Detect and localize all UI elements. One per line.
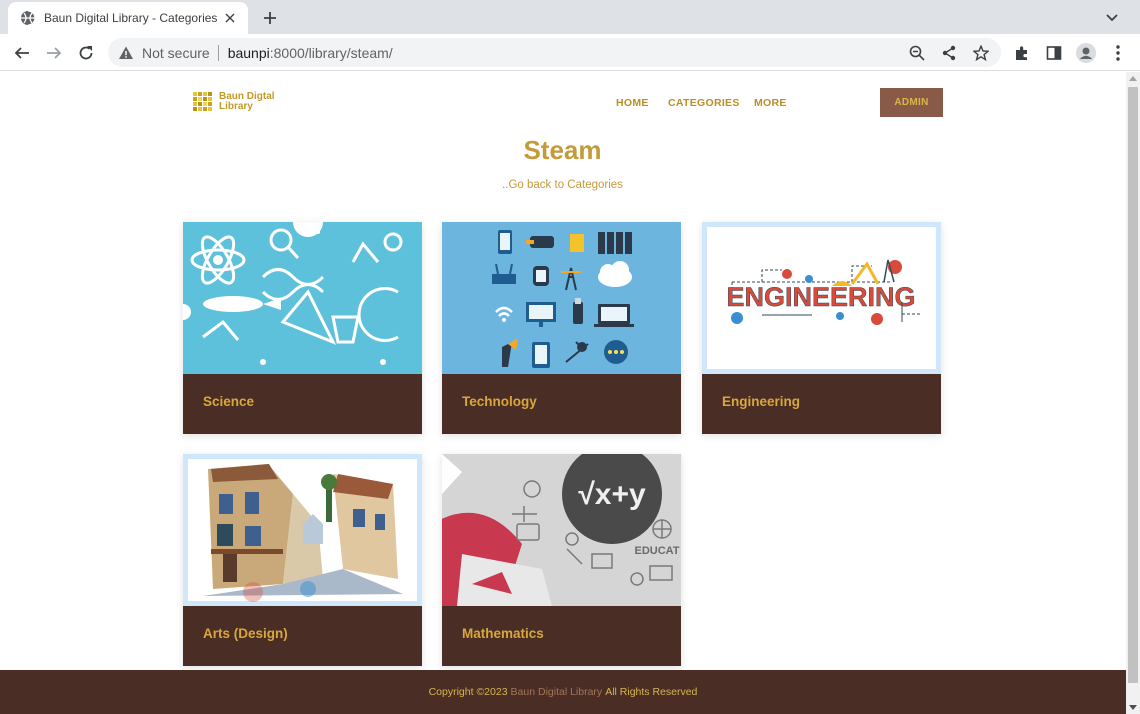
site-footer: Copyright ©2023 Baun Digital Library All… [0,670,1126,714]
logo-text: Baun Digtal Library [219,92,275,112]
url-host: baunpi [227,44,270,61]
browser-tabstrip: Baun Digital Library - Categories [0,0,1140,34]
technology-image [442,222,681,374]
tab-title: Baun Digital Library - Categories [44,11,218,25]
profile-avatar-icon[interactable] [1074,41,1098,65]
category-label: Science [203,394,255,409]
page-viewport: Baun Digtal Library HOME CATEGORIES MORE… [0,72,1126,714]
url-text[interactable]: baunpi:8000/library/steam/ [228,45,393,61]
globe-icon [20,10,36,26]
category-label: Mathematics [462,626,544,641]
engineering-image: ENGINEERING [702,222,941,374]
close-icon[interactable] [222,10,238,26]
browser-toolbar: Not secure baunpi:8000/library/steam/ [0,34,1140,71]
more-menu-icon[interactable] [1106,41,1130,65]
new-tab-icon[interactable] [259,7,281,29]
footer-rights: All Rights Reserved [605,686,698,698]
arts-design-image [183,454,422,606]
chevron-down-icon[interactable] [1102,8,1122,28]
category-label: Arts (Design) [203,626,288,641]
scrollbar-thumb[interactable] [1128,87,1138,683]
reload-icon[interactable] [74,41,98,65]
engineering-image-text: ENGINEERING [726,282,915,312]
footer-brand-link[interactable]: Baun Digital Library [511,686,603,698]
vertical-scrollbar[interactable] [1126,72,1140,714]
nav-home[interactable]: HOME [616,97,649,109]
security-label[interactable]: Not secure [142,45,210,61]
browser-tab[interactable]: Baun Digital Library - Categories [8,2,248,34]
url-path: :8000/library/steam/ [269,44,393,61]
page-title: Steam [523,135,602,165]
scroll-down-arrow-icon[interactable] [1129,705,1137,710]
category-card-science[interactable]: Science [183,222,422,434]
footer-copyright: Copyright ©2023 [428,686,508,698]
science-image [183,222,422,374]
share-icon[interactable] [940,44,958,62]
warning-icon[interactable] [118,45,134,61]
category-card-technology[interactable]: Technology [442,222,681,434]
category-card-arts-design[interactable]: Arts (Design) [183,454,422,666]
extensions-icon[interactable] [1010,41,1034,65]
nav-more[interactable]: MORE [754,97,787,109]
zoom-out-icon[interactable] [908,44,926,62]
logo-mark [193,92,213,112]
category-card-mathematics[interactable]: √x+y EDUCAT Mathematics [442,454,681,666]
site-logo[interactable]: Baun Digtal Library [193,92,275,112]
back-to-categories-link[interactable]: ..Go back to Categories [183,179,942,191]
scroll-up-arrow-icon[interactable] [1129,76,1137,81]
logo-line-2: Library [219,101,253,112]
category-label: Technology [462,394,537,409]
category-card-engineering[interactable]: ENGINEERING Engineering [702,222,941,434]
mathematics-image: √x+y EDUCAT [442,454,681,606]
forward-arrow-icon[interactable] [42,41,66,65]
category-label: Engineering [722,394,801,409]
svg-text:EDUCAT: EDUCAT [634,545,679,557]
omnibox-divider [217,44,219,61]
star-icon[interactable] [972,44,990,62]
back-arrow-icon[interactable] [10,41,34,65]
nav-categories[interactable]: CATEGORIES [668,97,740,109]
mathematics-image-text: √x+y [578,478,646,511]
address-bar[interactable]: Not secure baunpi:8000/library/steam/ [108,38,1001,67]
admin-button[interactable]: ADMIN [880,88,943,117]
side-panel-icon[interactable] [1042,41,1066,65]
